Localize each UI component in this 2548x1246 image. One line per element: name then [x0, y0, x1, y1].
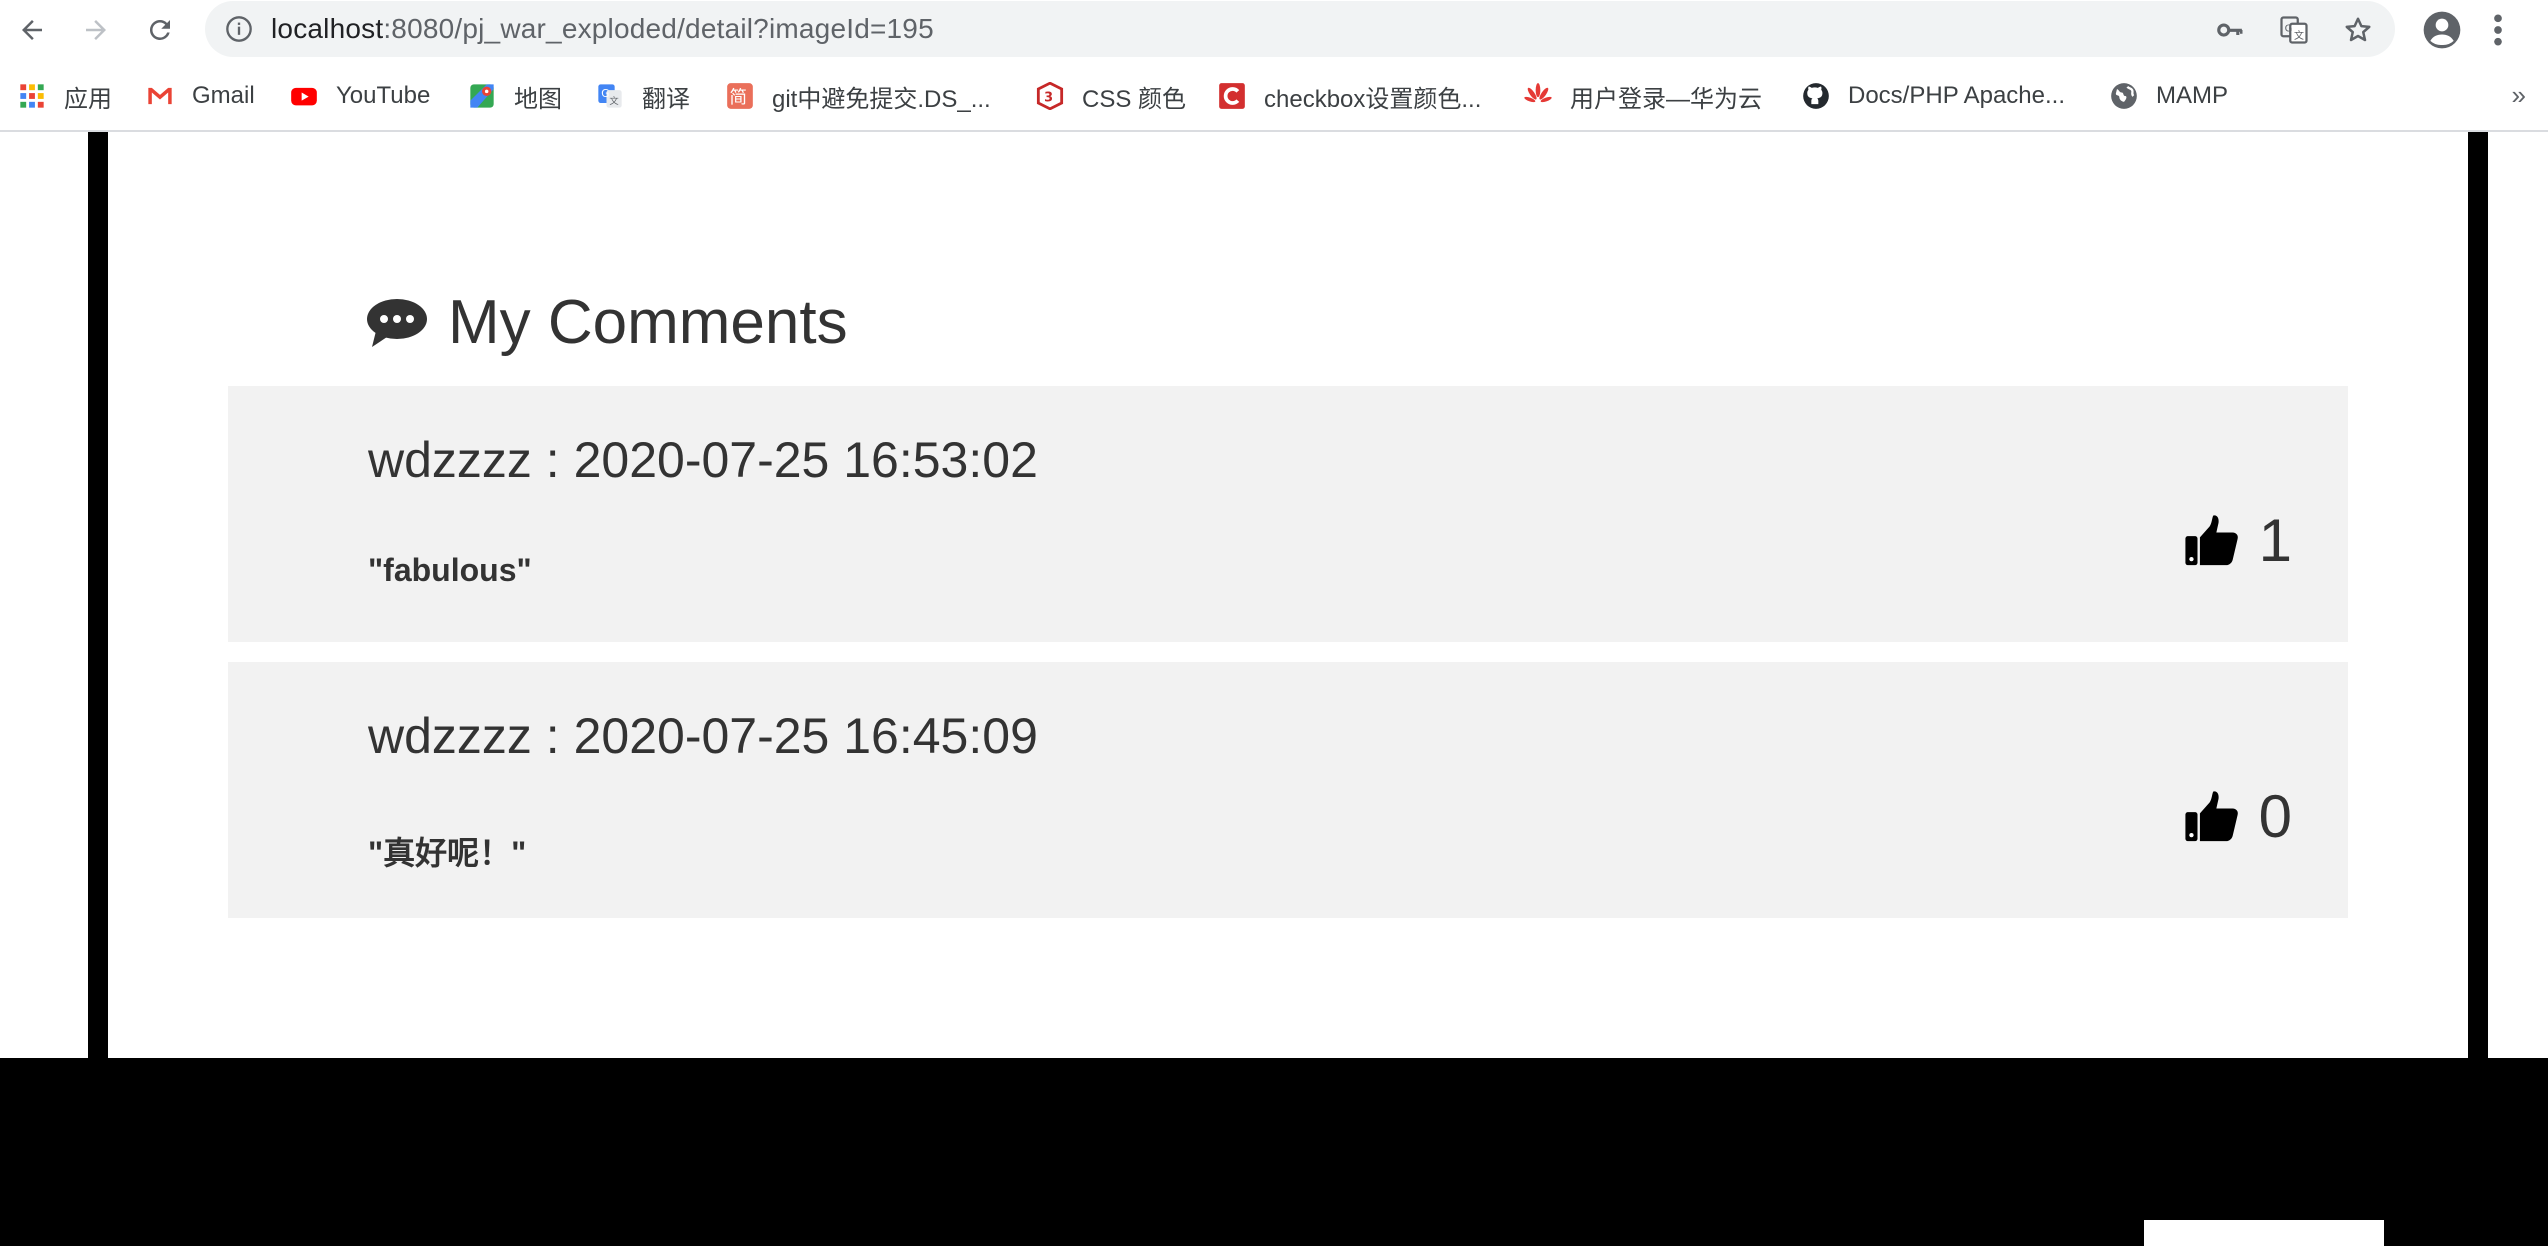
bookmark-label: YouTube — [336, 82, 431, 109]
address-bar[interactable]: localhost:8080/pj_war_exploded/detail?im… — [205, 1, 2395, 57]
github-icon — [1803, 83, 1829, 109]
bookmark-label: git中避免提交.DS_... — [772, 85, 991, 113]
page-footer — [0, 1058, 2548, 1246]
like-group: 1 — [2183, 506, 2292, 575]
bookmark-label: Gmail — [192, 82, 255, 109]
footer-element — [2144, 1220, 2384, 1246]
bookmarks-bar: 应用 Gmail YouTube 地图 G文 翻译 简 git中避免提交.DS_… — [0, 62, 2548, 132]
like-count: 0 — [2258, 783, 2292, 850]
thumbs-up-icon[interactable] — [2183, 788, 2241, 846]
comment-card: wdzzzz : 2020-07-25 16:53:02 "fabulous" … — [228, 386, 2348, 642]
comment-text: "真好呢！" — [368, 835, 527, 871]
like-count: 1 — [2258, 507, 2292, 574]
youtube-icon — [291, 87, 317, 106]
apps-grid-icon — [20, 84, 44, 108]
bookmark-huawei-cloud[interactable]: 用户登录—华为云 — [1524, 80, 1762, 113]
bookmark-label: checkbox设置颜色... — [1264, 85, 1482, 113]
bookmarks-overflow-button[interactable]: » — [2512, 80, 2526, 111]
bookmark-gmail[interactable]: Gmail — [146, 80, 255, 112]
bookmark-label: 地图 — [514, 85, 562, 113]
w3c-icon: 3 — [1036, 82, 1064, 110]
maps-icon — [470, 84, 494, 108]
comments-title: My Comments — [448, 288, 848, 357]
bookmark-maps[interactable]: 地图 — [468, 80, 562, 113]
bookmark-mamp[interactable]: MAMP — [2110, 80, 2228, 112]
globe-icon — [2111, 83, 2137, 109]
bookmark-youtube[interactable]: YouTube — [290, 80, 430, 112]
profile-avatar-icon[interactable] — [2422, 10, 2462, 50]
comment-meta: wdzzzz : 2020-07-25 16:53:02 — [368, 432, 1038, 488]
gmail-icon — [148, 87, 172, 105]
bookmark-css-colors[interactable]: 3 CSS 颜色 — [1036, 80, 1187, 113]
page-content: My Comments wdzzzz : 2020-07-25 16:53:02… — [0, 132, 2548, 1246]
comments-icon — [367, 298, 427, 347]
jianshu-icon: 简 — [727, 83, 753, 109]
svg-text:简: 简 — [730, 88, 748, 108]
svg-text:G: G — [601, 88, 609, 100]
bookmark-label: 用户登录—华为云 — [1570, 85, 1762, 113]
comment-card: wdzzzz : 2020-07-25 16:45:09 "真好呢！" 0 — [228, 662, 2348, 918]
forward-arrow-icon — [86, 20, 106, 40]
reload-button[interactable] — [138, 8, 182, 52]
bookmark-star-icon[interactable] — [2343, 15, 2373, 45]
comments-heading: My Comments — [366, 287, 848, 358]
huawei-icon — [1524, 83, 1552, 103]
bookmark-label: Docs/PHP Apache... — [1848, 82, 2066, 109]
svg-text:G: G — [2285, 23, 2293, 34]
svg-text:3: 3 — [1044, 90, 1053, 105]
comment-meta: wdzzzz : 2020-07-25 16:45:09 — [368, 708, 1038, 764]
bookmark-translate[interactable]: G文 翻译 — [596, 80, 690, 113]
csdn-icon — [1219, 83, 1245, 109]
svg-text:文: 文 — [609, 95, 618, 107]
bookmark-label: MAMP — [2156, 82, 2228, 109]
svg-text:文: 文 — [2294, 29, 2304, 42]
comment-text: "fabulous" — [368, 552, 532, 588]
bookmark-label: CSS 颜色 — [1082, 85, 1187, 113]
bookmark-apps[interactable]: 应用 — [18, 80, 112, 113]
key-icon[interactable] — [2215, 15, 2245, 45]
forward-button[interactable] — [74, 8, 118, 52]
bookmark-github-docs[interactable]: Docs/PHP Apache... — [1802, 80, 2065, 112]
translate-icon: G文 — [598, 84, 622, 108]
like-group: 0 — [2183, 782, 2292, 851]
thumbs-up-icon[interactable] — [2183, 512, 2241, 570]
browser-menu-icon[interactable] — [2488, 10, 2508, 50]
url-host: localhost — [271, 13, 384, 44]
back-button[interactable] — [10, 8, 54, 52]
bookmark-label: 翻译 — [642, 85, 690, 113]
url-path: :8080/pj_war_exploded/detail?imageId=195 — [383, 13, 934, 44]
site-info-icon[interactable] — [225, 15, 253, 43]
bookmark-csdn[interactable]: checkbox设置颜色... — [1218, 80, 1482, 113]
browser-toolbar: localhost:8080/pj_war_exploded/detail?im… — [0, 0, 2548, 60]
back-arrow-icon — [22, 20, 42, 40]
translate-page-icon[interactable]: G文 — [2279, 15, 2309, 45]
reload-icon — [149, 19, 170, 40]
bookmark-jianshu[interactable]: 简 git中避免提交.DS_... — [726, 80, 991, 113]
bookmark-label: 应用 — [64, 85, 112, 113]
url-text[interactable]: localhost:8080/pj_war_exploded/detail?im… — [271, 13, 934, 45]
